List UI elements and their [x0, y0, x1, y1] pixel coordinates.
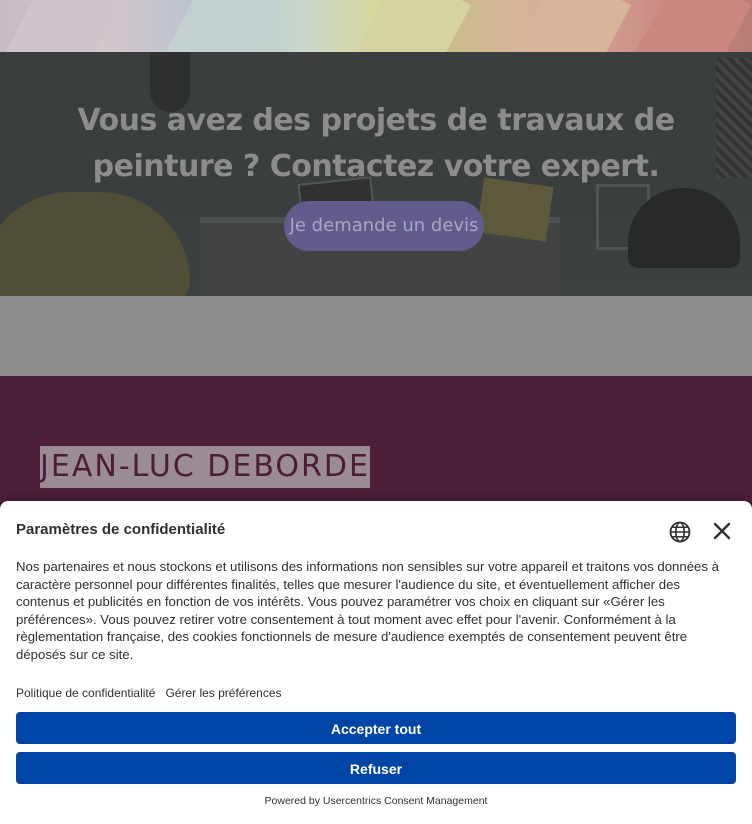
globe-icon[interactable]	[668, 520, 692, 544]
privacy-settings-dialog: Paramètres de confidentialité Nos parten…	[0, 501, 752, 824]
hero-title: Vous avez des projets de travaux de pein…	[77, 103, 675, 184]
accept-all-button[interactable]: Accepter tout	[16, 712, 736, 744]
close-icon[interactable]	[710, 519, 734, 543]
hero-photo-chair	[0, 192, 190, 296]
dialog-title: Paramètres de confidentialité	[16, 521, 226, 538]
powered-by-text[interactable]: Powered by Usercentrics Consent Manageme…	[0, 795, 752, 807]
section-divider	[0, 296, 752, 376]
manage-preferences-link[interactable]: Gérer les préférences	[165, 686, 281, 700]
hero-section: Vous avez des projets de travaux de pein…	[0, 52, 752, 296]
site-logo[interactable]: JEAN-LUC DEBORDE	[40, 446, 370, 488]
consent-description: Nos partenaires et nous stockons et util…	[16, 559, 719, 662]
paint-swatches-banner	[0, 0, 752, 52]
consent-links: Politique de confidentialité Gérer les pr…	[16, 686, 292, 700]
deny-button[interactable]: Refuser	[16, 752, 736, 784]
privacy-policy-link[interactable]: Politique de confidentialité	[16, 686, 155, 700]
hero-photo-wallart	[716, 58, 752, 178]
request-quote-button[interactable]: Je demande un devis	[284, 201, 484, 251]
